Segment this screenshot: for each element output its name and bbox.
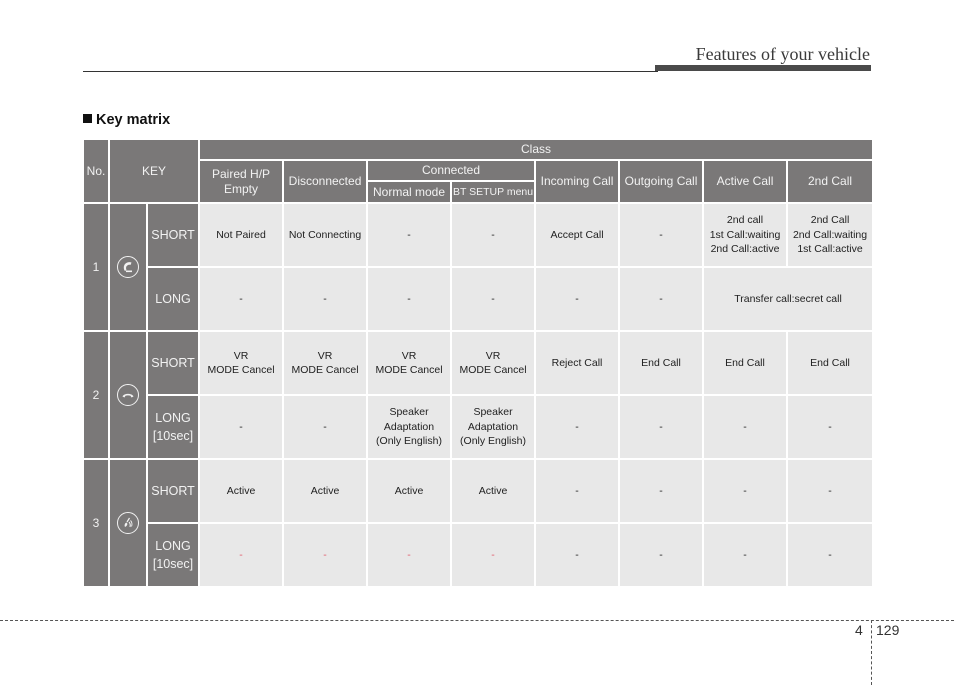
cell-bt-setup-menu: - (450, 522, 537, 588)
table-row: LONG [10sec] - - - - - - - - (83, 522, 875, 588)
phone-hangup-icon (117, 384, 139, 406)
cell-paired: - (198, 394, 285, 460)
header-rule-bar (655, 65, 871, 71)
cell-incoming-call: - (534, 394, 621, 460)
press-type-long: LONG (145, 266, 201, 332)
cell-active-call: 2nd call 1st Call:waiting 2nd Call:activ… (702, 202, 789, 268)
header-class: Class (198, 138, 875, 161)
cell-active-call: - (702, 458, 789, 524)
section-number: 4 (855, 622, 863, 638)
cell-incoming-call: - (534, 266, 621, 332)
cell-disconnected: Active (282, 458, 369, 524)
press-type-short: SHORT (145, 202, 201, 268)
cell-normal-mode: Active (366, 458, 453, 524)
cell-2nd-call: 2nd Call 2nd Call:waiting 1st Call:activ… (786, 202, 875, 268)
cell-disconnected: - (282, 394, 369, 460)
cell-outgoing-call: - (618, 522, 705, 588)
cell-outgoing-call: - (618, 394, 705, 460)
cell-incoming-call: Reject Call (534, 330, 621, 396)
header-rule (83, 71, 658, 72)
header-incoming-call: Incoming Call (534, 159, 621, 204)
cell-active-call: - (702, 394, 789, 460)
cell-2nd-call: - (786, 522, 875, 588)
phone-answer-icon (117, 256, 139, 278)
cell-outgoing-call: - (618, 458, 705, 524)
header-outgoing-call: Outgoing Call (618, 159, 705, 204)
cell-incoming-call: Accept Call (534, 202, 621, 268)
cell-bt-setup-menu: - (450, 266, 537, 332)
page-header-title: Features of your vehicle (695, 44, 870, 64)
header-2nd-call: 2nd Call (786, 159, 875, 204)
cell-incoming-call: - (534, 458, 621, 524)
header-paired-empty: Paired H/P Empty (198, 159, 285, 204)
press-type-long: LONG [10sec] (145, 394, 201, 460)
cell-normal-mode: VR MODE Cancel (366, 330, 453, 396)
header-bt-setup-menu: BT SETUP menu (450, 180, 537, 204)
header-no: No. (82, 138, 110, 204)
header-disconnected: Disconnected (282, 159, 369, 204)
cell-paired: Active (198, 458, 285, 524)
cell-normal-mode: Speaker Adaptation (Only English) (366, 394, 453, 460)
cell-disconnected: VR MODE Cancel (282, 330, 369, 396)
table-row: LONG [10sec] - - Speaker Adaptation (Only E… (83, 394, 875, 460)
cell-2nd-call: End Call (786, 330, 875, 396)
voice-recognition-icon (117, 512, 139, 534)
header-active-call: Active Call (702, 159, 789, 204)
header-normal-mode: Normal mode (366, 180, 453, 204)
cell-active-call: - (702, 522, 789, 588)
cell-bt-setup-menu: VR MODE Cancel (450, 330, 537, 396)
cell-incoming-call: - (534, 522, 621, 588)
cell-outgoing-call: - (618, 266, 705, 332)
cell-paired: VR MODE Cancel (198, 330, 285, 396)
table-row: LONG - - - - - - Transfer call:secret call (83, 266, 875, 332)
header-connected: Connected (366, 159, 537, 182)
cell-paired: - (198, 522, 285, 588)
cell-outgoing-call: - (618, 202, 705, 268)
cell-merged-active-2nd-call: Transfer call:secret call (702, 266, 875, 332)
page-number: 129 (876, 622, 900, 638)
cell-2nd-call: - (786, 458, 875, 524)
table-row: 2 SHORT VR MODE Cancel VR MODE Cancel VR MOD… (82, 330, 875, 460)
cell-bt-setup-menu: Active (450, 458, 537, 524)
row-number: 1 (82, 202, 110, 332)
row-number: 2 (82, 330, 110, 460)
cell-bt-setup-menu: - (450, 202, 537, 268)
cell-paired: - (198, 266, 285, 332)
cell-normal-mode: - (366, 522, 453, 588)
cell-disconnected: - (282, 266, 369, 332)
section-title: Key matrix (83, 112, 170, 128)
cell-normal-mode: - (366, 266, 453, 332)
press-type-short: SHORT (145, 458, 201, 524)
press-type-long: LONG [10sec] (145, 522, 201, 588)
key-icon-cell (108, 330, 148, 460)
footer-dashed-rule (0, 620, 954, 621)
table-row: 1 SHORT Not Paired Not Connecting - - Accept C… (82, 202, 875, 332)
press-type-short: SHORT (145, 330, 201, 396)
cell-paired: Not Paired (198, 202, 285, 268)
key-matrix-table: No. KEY Class Paired H/P Empty Disconnec… (82, 138, 875, 588)
cell-active-call: End Call (702, 330, 789, 396)
key-icon-cell (108, 202, 148, 332)
key-icon-cell (108, 458, 148, 588)
cell-disconnected: - (282, 522, 369, 588)
cell-bt-setup-menu: Speaker Adaptation (Only English) (450, 394, 537, 460)
header-key: KEY (107, 138, 201, 204)
table-row: 3 SHORT Active Active Active Active - - - - (82, 458, 875, 588)
footer-dashed-divider (871, 620, 872, 685)
cell-outgoing-call: End Call (618, 330, 705, 396)
row-number: 3 (82, 458, 110, 588)
square-bullet-icon (83, 114, 92, 123)
cell-2nd-call: - (786, 394, 875, 460)
cell-disconnected: Not Connecting (282, 202, 369, 268)
cell-normal-mode: - (366, 202, 453, 268)
